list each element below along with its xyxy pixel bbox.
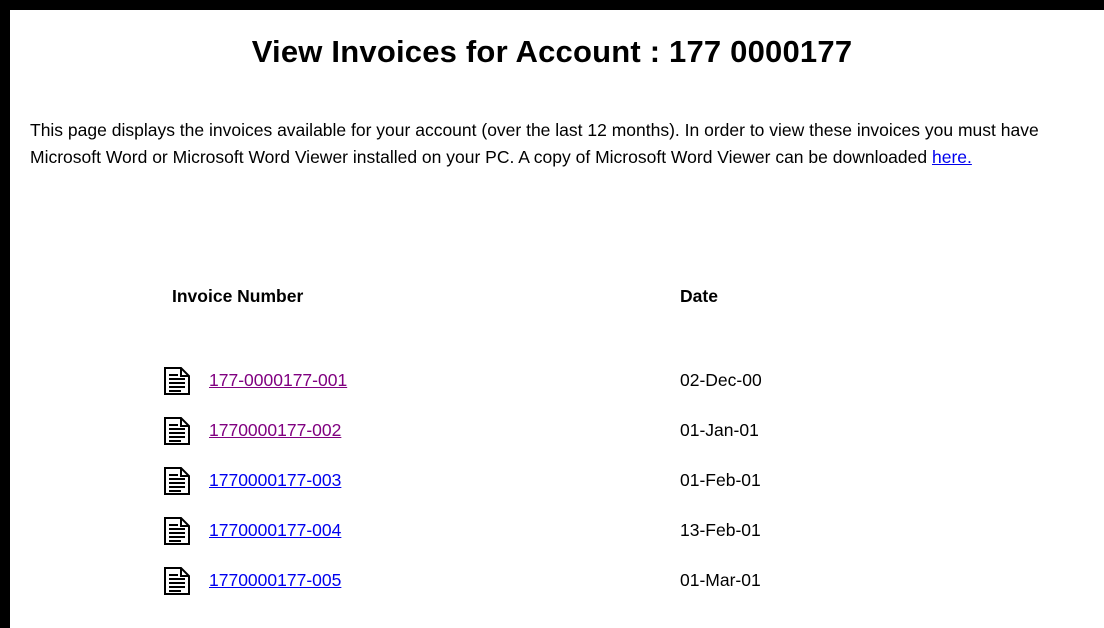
document-icon[interactable] <box>163 416 191 446</box>
intro-body: This page displays the invoices availabl… <box>30 120 1039 167</box>
invoice-date: 01-Feb-01 <box>680 470 761 490</box>
page-title: View Invoices for Account : 177 0000177 <box>251 34 853 69</box>
invoice-link[interactable]: 1770000177-004 <box>209 520 341 541</box>
invoice-row: 177-0000177-001 02-Dec-00 <box>0 366 1104 396</box>
invoice-row: 1770000177-005 01-Mar-01 <box>0 566 1104 596</box>
invoice-row: 1770000177-002 01-Jan-01 <box>0 416 1104 446</box>
invoice-link[interactable]: 1770000177-003 <box>209 470 341 491</box>
invoice-row: 1770000177-003 01-Feb-01 <box>0 466 1104 496</box>
download-link[interactable]: here. <box>932 147 972 167</box>
invoice-date: 01-Jan-01 <box>680 420 759 440</box>
invoice-link[interactable]: 177-0000177-001 <box>209 370 347 391</box>
date-header: Date <box>680 286 718 306</box>
document-icon[interactable] <box>163 366 191 396</box>
document-icon[interactable] <box>163 516 191 546</box>
document-icon[interactable] <box>163 466 191 496</box>
invoice-link[interactable]: 1770000177-002 <box>209 420 341 441</box>
invoice-number-header: Invoice Number <box>172 286 304 306</box>
document-icon[interactable] <box>163 566 191 596</box>
invoice-date: 02-Dec-00 <box>680 370 762 390</box>
invoice-row: 1770000177-004 13-Feb-01 <box>0 516 1104 546</box>
intro-text: This page displays the invoices availabl… <box>30 117 1090 171</box>
invoice-date: 01-Mar-01 <box>680 570 761 590</box>
invoice-link[interactable]: 1770000177-005 <box>209 570 341 591</box>
invoice-date: 13-Feb-01 <box>680 520 761 540</box>
